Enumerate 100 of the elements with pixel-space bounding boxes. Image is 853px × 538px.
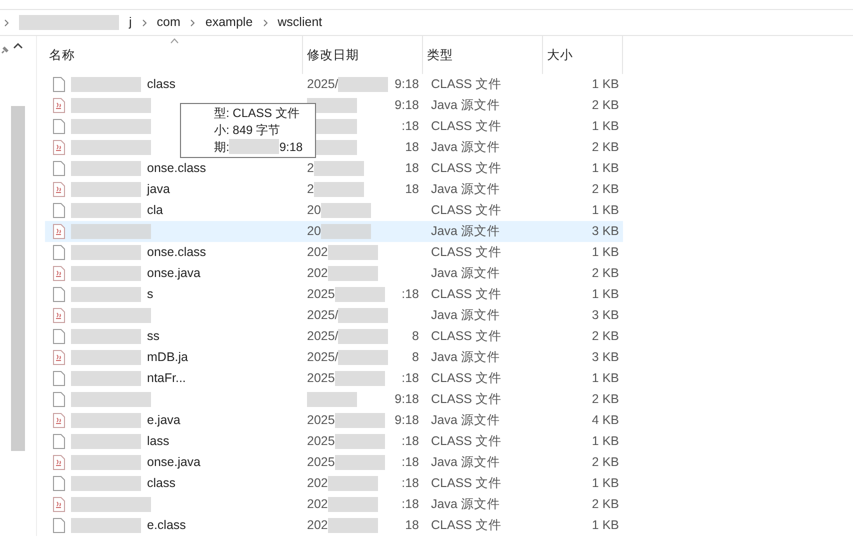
java-file-icon: [53, 224, 65, 239]
file-name: onse.java: [147, 454, 201, 472]
file-icon: [53, 287, 65, 302]
java-file-icon: [53, 266, 65, 281]
file-type: CLASS 文件: [430, 160, 502, 178]
file-type: Java 源文件: [430, 412, 501, 430]
file-type: CLASS 文件: [430, 391, 502, 408]
file-type: Java 源文件: [430, 181, 501, 198]
file-size: 1 KB: [590, 433, 620, 450]
blurred-patch: [71, 413, 141, 428]
file-icon: [53, 245, 65, 260]
java-file-icon: [53, 98, 65, 113]
modified-date: 2025/: [307, 307, 338, 324]
modified-date: 20: [307, 202, 321, 220]
blurred-patch: [71, 329, 141, 344]
file-size: 1 KB: [590, 244, 620, 262]
file-icon: [53, 476, 65, 491]
column-header[interactable]: 类型: [423, 36, 543, 74]
modified-time: :18: [402, 433, 419, 450]
blurred-patch: [71, 266, 141, 281]
file-size: 1 KB: [590, 202, 620, 220]
file-size: 2 KB: [590, 97, 620, 114]
scrollbar-thumb[interactable]: [11, 106, 25, 451]
blurred-patch: [338, 329, 388, 344]
pin-icon[interactable]: [0, 46, 9, 55]
file-name: class: [147, 475, 176, 492]
chevron-icon: [190, 18, 196, 26]
modified-time: :18: [402, 475, 419, 492]
file-type: CLASS 文件: [430, 475, 502, 492]
breadcrumb-item[interactable]: wsclient: [278, 13, 322, 32]
modified-date: 202: [307, 496, 328, 514]
file-type: CLASS 文件: [430, 202, 502, 220]
file-type: Java 源文件: [430, 97, 501, 114]
modified-time: 18: [405, 181, 419, 198]
scroll-up-icon[interactable]: [13, 42, 23, 50]
blurred-patch: [71, 203, 141, 218]
java-file-icon: [53, 413, 65, 428]
file-name: ntaFr...: [147, 370, 186, 388]
file-size: 3 KB: [590, 223, 620, 240]
file-icon: [53, 77, 65, 92]
blurred-patch: [71, 476, 141, 491]
file-name: onse.class: [147, 244, 206, 262]
modified-time: 8: [412, 349, 419, 366]
file-type: Java 源文件: [430, 349, 501, 366]
file-icon: [53, 434, 65, 449]
file-type: Java 源文件: [430, 307, 501, 324]
modified-date: 202: [307, 265, 328, 282]
file-type: CLASS 文件: [430, 118, 502, 136]
file-size: 2 KB: [590, 265, 620, 282]
file-type: CLASS 文件: [430, 517, 502, 534]
file-size: 1 KB: [590, 517, 620, 534]
file-size: 3 KB: [590, 349, 620, 366]
file-name: class: [147, 76, 176, 94]
file-name: ss: [147, 328, 160, 346]
tooltip-text: 9:18: [279, 139, 303, 156]
blurred-patch: [71, 245, 141, 260]
file-size: 1 KB: [590, 370, 620, 388]
modified-date: 202: [307, 475, 328, 492]
chevron-icon: [262, 18, 268, 26]
file-size: 3 KB: [590, 307, 620, 324]
modified-time: :18: [402, 454, 419, 472]
tooltip-text: 型: CLASS 文件: [214, 105, 300, 122]
column-header[interactable]: 名称: [45, 36, 303, 74]
tooltip-text: 期:: [214, 139, 230, 156]
column-header[interactable]: 大小: [543, 36, 623, 74]
blurred-patch: [71, 371, 141, 386]
file-size: 1 KB: [590, 475, 620, 492]
modified-date: 2025: [307, 286, 335, 304]
blurred-patch: [338, 350, 388, 365]
column-header[interactable]: 修改日期: [303, 36, 423, 74]
breadcrumb-item[interactable]: j: [129, 13, 132, 32]
breadcrumb-item[interactable]: example: [205, 13, 253, 32]
chevron-icon: [142, 18, 147, 26]
file-type: Java 源文件: [430, 265, 501, 282]
chevron-icon: [4, 18, 9, 26]
blurred-patch: [71, 161, 141, 176]
modified-date: 2025: [307, 433, 335, 450]
file-size: 1 KB: [590, 286, 620, 304]
blurred-patch: [334, 287, 385, 302]
blurred-patch: [71, 455, 141, 470]
breadcrumb-item[interactable]: com: [156, 13, 180, 32]
file-size: 2 KB: [590, 139, 620, 156]
file-size: 2 KB: [590, 181, 620, 198]
file-icon: [53, 392, 65, 407]
modified-date: 2025/: [307, 328, 338, 346]
file-type: CLASS 文件: [430, 433, 502, 450]
blurred-patch: [334, 434, 385, 449]
modified-time: 9:18: [394, 412, 419, 430]
modified-time: 9:18: [394, 76, 419, 94]
modified-time: 18: [405, 517, 419, 534]
blurred-patch: [328, 476, 378, 491]
blurred-patch: [314, 161, 364, 176]
modified-time: 18: [405, 139, 419, 156]
file-name: onse.java: [147, 265, 201, 282]
modified-date: 2: [307, 160, 314, 178]
file-name: cla: [147, 202, 163, 220]
file-type: CLASS 文件: [430, 328, 502, 346]
file-type: CLASS 文件: [430, 244, 502, 262]
blurred-patch: [71, 434, 141, 449]
blurred-patch: [334, 413, 385, 428]
